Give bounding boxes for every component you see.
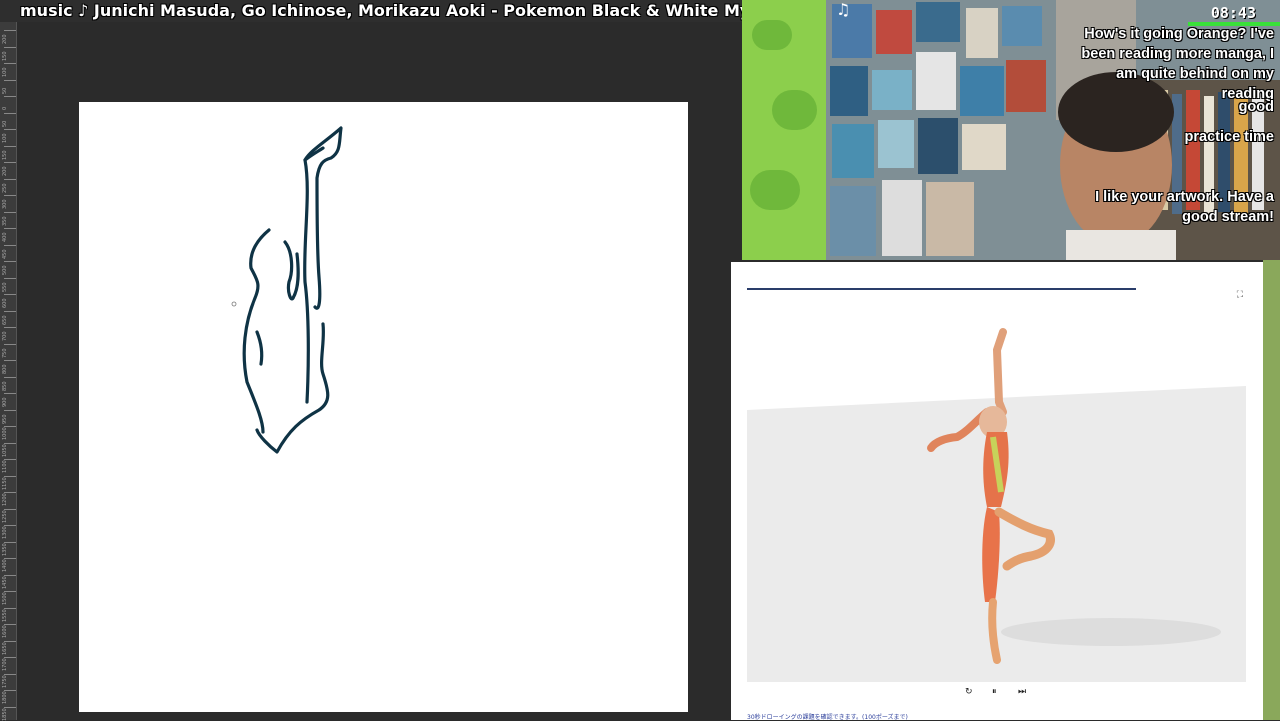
ruler-label: 700	[2, 331, 8, 341]
ruler-label: 1600	[2, 625, 8, 638]
drawing-canvas[interactable]	[79, 102, 688, 712]
sketch-stroke-neck	[291, 252, 300, 300]
ruler-label: 800	[2, 364, 8, 374]
ruler-tick	[4, 145, 16, 147]
pause-button[interactable]: ⏸	[992, 687, 997, 697]
ruler-tick	[4, 195, 16, 196]
ruler-label: 1100	[2, 460, 8, 473]
chat-message-2: good	[1238, 99, 1274, 115]
green-wall	[742, 0, 826, 260]
ruler-label: 200	[2, 34, 8, 44]
ruler-label: 1000	[2, 427, 8, 440]
ruler-label: 750	[2, 347, 8, 358]
ruler-tick	[4, 30, 16, 31]
ruler-label: 550	[2, 281, 8, 292]
ruler-tick	[4, 63, 16, 64]
chat-message-1: How's it going Orange? I've been reading…	[1081, 26, 1274, 102]
next-button[interactable]: ⏭	[1018, 687, 1026, 697]
ruler-tick	[4, 79, 16, 81]
playback-controls: ↻ ⏸ ⏭	[731, 687, 1263, 701]
ruler-label: 1750	[2, 674, 8, 688]
ruler-label: 1500	[2, 592, 8, 605]
ruler-label: 1150	[2, 476, 8, 490]
ruler-tick	[4, 96, 16, 97]
pose-viewport	[747, 328, 1246, 682]
ruler-tick	[4, 409, 16, 411]
ruler-tick	[4, 393, 16, 394]
chat-message-4: I like your artwork. Have a good stream!	[1095, 189, 1274, 225]
ruler-label: 1700	[2, 658, 8, 671]
ruler-tick	[4, 310, 16, 312]
vertical-ruler: 200 150 100 50 0 50 100 150 200 250 300 350 400 450 50…	[0, 22, 17, 721]
timer: 08:43	[1210, 4, 1256, 22]
ruler-label: 1050	[2, 443, 8, 457]
ruler-tick	[4, 360, 16, 361]
webcam-feed: ♫ 08:43 How's it going Orange? I've been…	[742, 0, 1280, 260]
ruler-tick	[4, 327, 16, 328]
ruler-label: 1350	[2, 542, 8, 556]
ruler-label: 150	[2, 149, 8, 160]
ruler-label: 1650	[2, 641, 8, 655]
ruler-label: 100	[2, 67, 8, 77]
ruler-label: 450	[2, 248, 8, 259]
ruler-label: 0	[2, 106, 8, 110]
ruler-label: 1550	[2, 608, 8, 622]
webcam-edge	[1263, 260, 1280, 720]
ruler-tick	[4, 112, 16, 114]
ruler-label: 300	[2, 199, 8, 209]
sketch-stroke-head	[283, 240, 295, 301]
ruler-label: 50	[2, 120, 8, 127]
ruler-tick	[4, 46, 16, 48]
ruler-tick	[4, 261, 16, 262]
ruler-label: 1800	[2, 691, 8, 704]
ruler-label: 100	[2, 133, 8, 143]
ruler-tick	[4, 244, 16, 246]
music-note-icon: ♫	[836, 0, 851, 19]
sketch-dot	[231, 301, 237, 307]
chat-message-3: practice time	[1184, 129, 1274, 145]
ruler-label: 200	[2, 166, 8, 176]
ruler-tick	[4, 343, 16, 345]
ruler-label: 850	[2, 380, 8, 391]
sketch-stroke-chest	[255, 330, 264, 366]
ruler-tick	[4, 277, 16, 279]
pose-reference-panel: ⛶ ↻ ⏸ ⏭ 30秒ドローイングの課題を確認できます。(100ポーズまで)	[731, 262, 1263, 721]
ruler-label: 150	[2, 50, 8, 61]
reset-button[interactable]: ↻	[965, 687, 973, 697]
ruler-tick	[4, 376, 16, 378]
ruler-label: 900	[2, 397, 8, 407]
ruler-label: 400	[2, 232, 8, 242]
ruler-label: 350	[2, 215, 8, 226]
ruler-label: 1250	[2, 509, 8, 523]
ruler-tick	[4, 211, 16, 213]
ruler-label: 1450	[2, 575, 8, 589]
ruler-label: 500	[2, 265, 8, 275]
ruler-label: 650	[2, 314, 8, 325]
ruler-label: 950	[2, 413, 8, 424]
gesture-sketch	[231, 126, 343, 454]
title-bar: music ♪ Junichi Masuda, Go Ichinose, Mor…	[0, 0, 821, 22]
ruler-tick	[4, 294, 16, 295]
ruler-label: 1400	[2, 559, 8, 572]
music-now-playing: music ♪ Junichi Masuda, Go Ichinose, Mor…	[20, 1, 822, 20]
ruler-tick	[4, 178, 16, 180]
ruler-tick	[4, 228, 16, 229]
sketch-stroke-torso-right	[255, 322, 330, 454]
ruler-tick	[4, 129, 16, 130]
ruler-label: 1300	[2, 526, 8, 539]
ruler-label: 1200	[2, 493, 8, 506]
ruler-label: 600	[2, 298, 8, 308]
ruler-label: 50	[2, 87, 8, 94]
ruler-label: 1850	[2, 707, 8, 721]
ruler-label: 250	[2, 182, 8, 193]
ruler-tick	[4, 162, 16, 163]
